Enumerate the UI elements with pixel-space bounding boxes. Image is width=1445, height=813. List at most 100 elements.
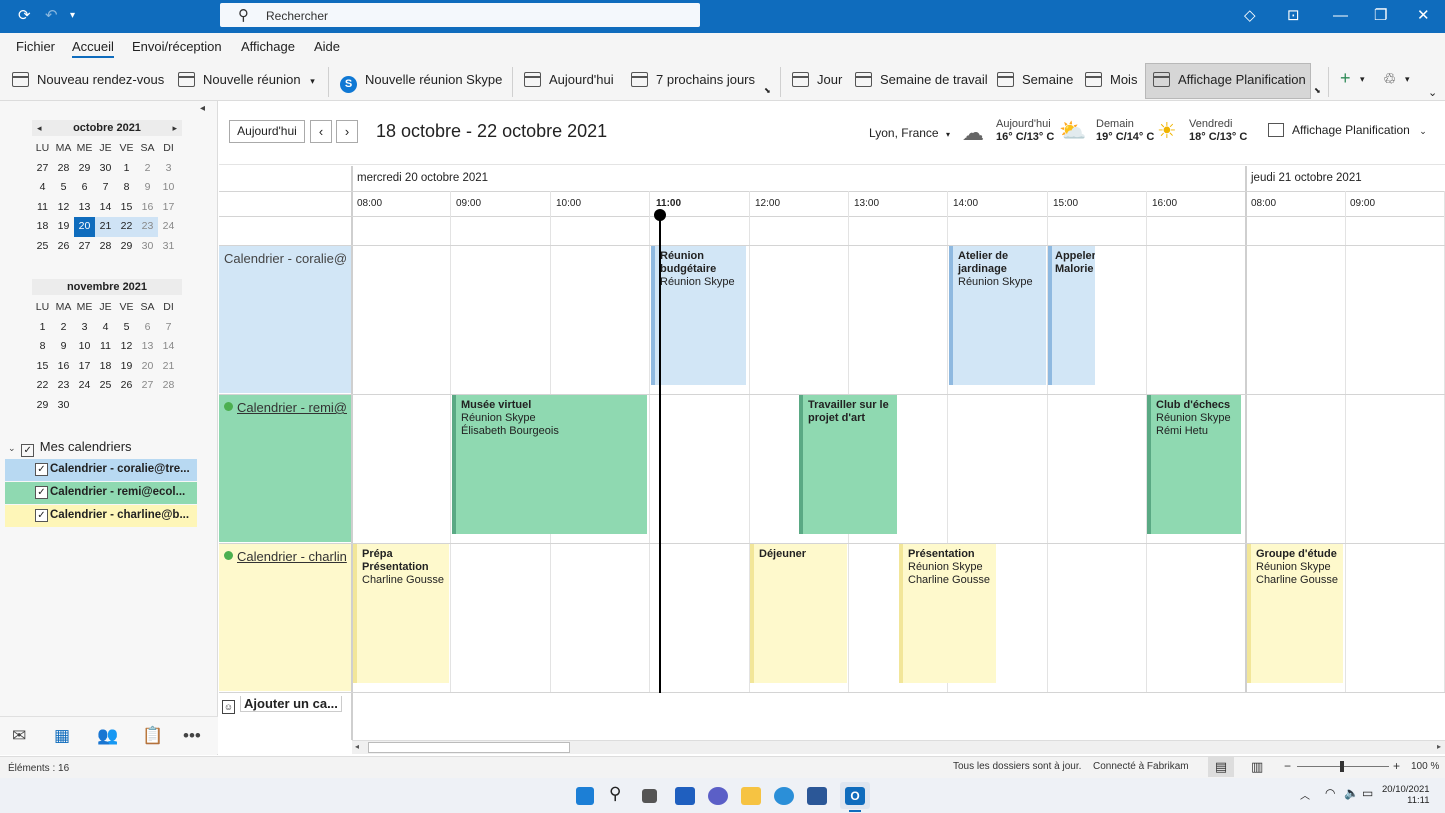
calendar-checkbox[interactable]: ✓	[35, 509, 48, 522]
minical-day[interactable]: 21	[95, 217, 116, 237]
minical-day[interactable]: 1	[116, 159, 137, 179]
minical-day[interactable]: 5	[116, 318, 137, 338]
month-view-button[interactable]: Mois	[1085, 72, 1137, 87]
store-icon[interactable]	[807, 787, 827, 805]
minical-day[interactable]: 9	[137, 178, 158, 198]
wifi-icon[interactable]: ◠	[1325, 786, 1335, 800]
minical-day[interactable]: 28	[53, 159, 74, 179]
minical-day[interactable]: 19	[116, 357, 137, 377]
minical-day[interactable]: 10	[74, 337, 95, 357]
event-dejeuner[interactable]: Déjeuner	[750, 544, 847, 683]
next-button[interactable]: ›	[336, 120, 358, 143]
event-appeler-malorie[interactable]: Appeler Malorie	[1048, 246, 1095, 385]
file-explorer-icon[interactable]	[741, 787, 761, 805]
tasks-icon[interactable]: 📋	[142, 726, 163, 746]
minical-day[interactable]: 25	[95, 376, 116, 396]
minical-day[interactable]: 14	[158, 337, 179, 357]
minical-day[interactable]: 16	[137, 198, 158, 218]
minical-day[interactable]: 30	[95, 159, 116, 179]
minical-day[interactable]: 5	[53, 178, 74, 198]
minical-day[interactable]: 6	[137, 318, 158, 338]
horizontal-scrollbar[interactable]: ◂ ▸	[352, 740, 1445, 754]
minical-day[interactable]: 1	[32, 318, 53, 338]
start-icon[interactable]	[576, 787, 594, 805]
schedule-view-button[interactable]: Affichage Planification	[1153, 72, 1306, 87]
tray-chevron-icon[interactable]: ︿	[1300, 787, 1310, 802]
next-month-icon[interactable]: ▸	[172, 120, 177, 136]
group-checkbox[interactable]: ✓	[21, 444, 35, 457]
minical-day[interactable]: 30	[137, 237, 158, 257]
scroll-left-icon[interactable]: ◂	[355, 742, 359, 751]
minical-day[interactable]: 4	[95, 318, 116, 338]
calendar-item-remi[interactable]: ✓ Calendrier - remi@ecol...	[5, 482, 197, 504]
previous-button[interactable]: ‹	[310, 120, 332, 143]
minical-day[interactable]: 17	[74, 357, 95, 377]
minimize-icon[interactable]: —	[1333, 8, 1348, 24]
row-label-charline[interactable]: Calendrier - charlin	[219, 544, 351, 691]
minical-day[interactable]: 13	[137, 337, 158, 357]
chevron-down-icon[interactable]: ▾	[1360, 74, 1365, 85]
minical-day[interactable]: 6	[74, 178, 95, 198]
reading-view-icon[interactable]: ▥	[1251, 757, 1263, 777]
chevron-down-icon[interactable]: ⌄	[8, 443, 16, 453]
minical-day[interactable]: 8	[32, 337, 53, 357]
search-input[interactable]: ⚲ Rechercher	[220, 3, 700, 27]
edge-icon[interactable]	[774, 787, 794, 805]
volume-icon[interactable]: 🔈	[1344, 786, 1359, 800]
task-view-icon[interactable]	[642, 789, 657, 803]
location-selector[interactable]: Lyon, France ▾	[869, 126, 950, 140]
minical-day[interactable]: 26	[116, 376, 137, 396]
menu-accueil[interactable]: Accueil	[72, 39, 114, 58]
minical-day[interactable]: 25	[32, 237, 53, 257]
diamond-icon[interactable]: ◇	[1244, 8, 1256, 24]
minical-day[interactable]: 20	[137, 357, 158, 377]
minical-day[interactable]: 8	[116, 178, 137, 198]
scroll-right-icon[interactable]: ▸	[1437, 742, 1441, 751]
minical-day[interactable]: 14	[95, 198, 116, 218]
event-groupe-etude[interactable]: Groupe d'étude Réunion Skype Charline Gous…	[1247, 544, 1343, 683]
new-skype-meeting-button[interactable]: S Nouvelle réunion Skype	[340, 72, 502, 93]
minical-day[interactable]: 29	[74, 159, 95, 179]
prev-month-icon[interactable]: ◂	[37, 120, 42, 136]
add-icon[interactable]: +	[1340, 68, 1351, 89]
minical-day[interactable]: 2	[53, 318, 74, 338]
undo-icon[interactable]: ↶	[45, 8, 58, 24]
minical-day[interactable]: 27	[32, 159, 53, 179]
widgets-icon[interactable]	[675, 787, 695, 805]
zoom-slider-thumb[interactable]	[1340, 761, 1344, 772]
minical-day[interactable]: 28	[158, 376, 179, 396]
minical-day[interactable]: 31	[158, 237, 179, 257]
minical-day[interactable]: 13	[74, 198, 95, 218]
minical-day[interactable]: 3	[158, 159, 179, 179]
my-calendars-group[interactable]: ⌄ ✓ Mes calendriers	[8, 439, 132, 457]
minical-day[interactable]: 17	[158, 198, 179, 218]
quick-access-icon[interactable]: ▾	[70, 8, 75, 24]
chevron-down-icon[interactable]: ▾	[310, 76, 315, 86]
more-icon[interactable]: •••	[183, 726, 201, 746]
calendar-item-coralie[interactable]: ✓ Calendrier - coralie@tre...	[5, 459, 197, 481]
teams-icon[interactable]	[708, 787, 728, 805]
restore-ribbon-icon[interactable]: ⊡	[1287, 8, 1300, 24]
minical-day[interactable]: 10	[158, 178, 179, 198]
minical-day[interactable]: 23	[137, 217, 158, 237]
new-appointment-button[interactable]: Nouveau rendez-vous	[12, 72, 164, 87]
minical-day[interactable]: 18	[32, 217, 53, 237]
minical-day[interactable]: 16	[53, 357, 74, 377]
maximize-icon[interactable]: ❐	[1374, 8, 1387, 24]
menu-fichier[interactable]: Fichier	[16, 39, 55, 54]
minical-day[interactable]: 4	[32, 178, 53, 198]
minical-day[interactable]: 29	[116, 237, 137, 257]
minical-day[interactable]: 24	[158, 217, 179, 237]
work-week-button[interactable]: Semaine de travail	[855, 72, 988, 87]
today-ribbon-button[interactable]: Aujourd'hui	[524, 72, 614, 87]
minical-day[interactable]: 11	[95, 337, 116, 357]
minical-day[interactable]: 12	[116, 337, 137, 357]
event-atelier-jardinage[interactable]: Atelier de jardinage Réunion Skype	[949, 246, 1046, 385]
zoom-in-icon[interactable]: +	[1393, 759, 1400, 773]
minical-day[interactable]: 27	[137, 376, 158, 396]
minical-day[interactable]: 2	[137, 159, 158, 179]
minical-day[interactable]: 24	[74, 376, 95, 396]
zoom-out-icon[interactable]: −	[1284, 759, 1291, 773]
menu-envoi[interactable]: Envoi/réception	[132, 39, 222, 54]
battery-icon[interactable]: ▭	[1362, 786, 1373, 800]
